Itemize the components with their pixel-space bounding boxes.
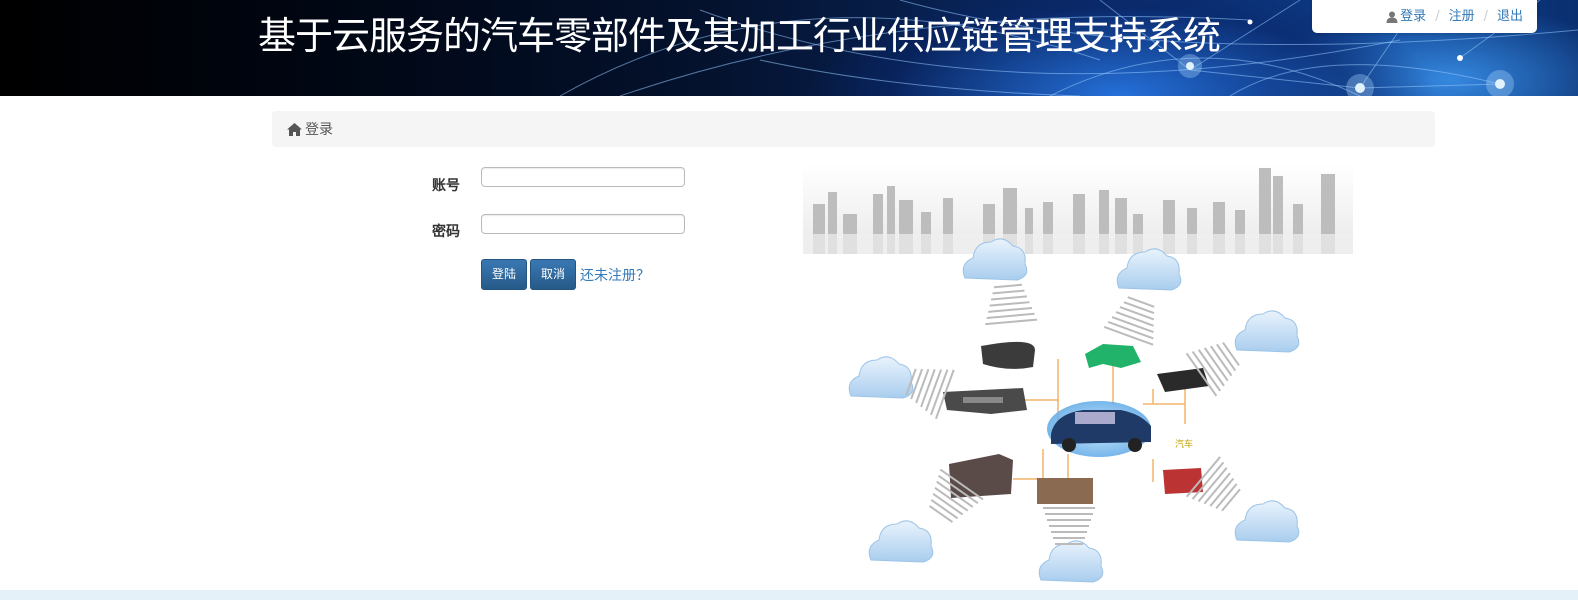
- part-door-panel: [949, 454, 1013, 498]
- cloud-icon: [848, 356, 914, 399]
- car-caption: 汽车: [1175, 438, 1193, 450]
- login-button[interactable]: 登陆: [481, 259, 527, 290]
- car-image: [1047, 401, 1151, 457]
- top-nav: 登录 / 注册 / 退出: [1312, 0, 1537, 33]
- part-dashboard: [943, 388, 1027, 414]
- cloud-icon: [1234, 500, 1300, 543]
- breadcrumb-current: 登录: [305, 122, 333, 138]
- city-skyline: [803, 164, 1353, 254]
- part-taillight: [1163, 468, 1203, 494]
- cancel-button[interactable]: 取消: [530, 259, 576, 290]
- user-icon: [1386, 11, 1398, 23]
- account-input[interactable]: [481, 167, 685, 187]
- part-brackets: [1157, 368, 1209, 392]
- part-seat: [1037, 478, 1093, 504]
- home-icon[interactable]: [287, 122, 302, 136]
- part-green-panel: [1085, 344, 1141, 368]
- nav-logout-link[interactable]: 退出: [1497, 0, 1523, 33]
- cloud-icon: [1234, 310, 1300, 353]
- nav-register-link[interactable]: 注册: [1449, 0, 1475, 33]
- register-link[interactable]: 还未注册？: [580, 265, 650, 285]
- cloud-icon: [1038, 540, 1104, 583]
- nav-login-link[interactable]: 登录: [1386, 0, 1426, 33]
- nav-separator: /: [1435, 9, 1440, 24]
- breadcrumb: 登录: [272, 111, 1435, 147]
- system-title: 基于云服务的汽车零部件及其加工行业供应链管理支持系统: [258, 14, 1221, 58]
- password-input[interactable]: [481, 214, 685, 234]
- nav-separator: /: [1483, 9, 1488, 24]
- supply-chain-illustration: 汽车: [803, 164, 1353, 583]
- account-label: 账号: [432, 178, 460, 194]
- nav-login-label: 登录: [1400, 9, 1427, 24]
- part-bumper: [981, 341, 1035, 369]
- password-label: 密码: [432, 224, 460, 240]
- cloud-icon: [1116, 248, 1182, 291]
- footer-strip: [0, 590, 1578, 600]
- cloud-icon: [868, 520, 934, 563]
